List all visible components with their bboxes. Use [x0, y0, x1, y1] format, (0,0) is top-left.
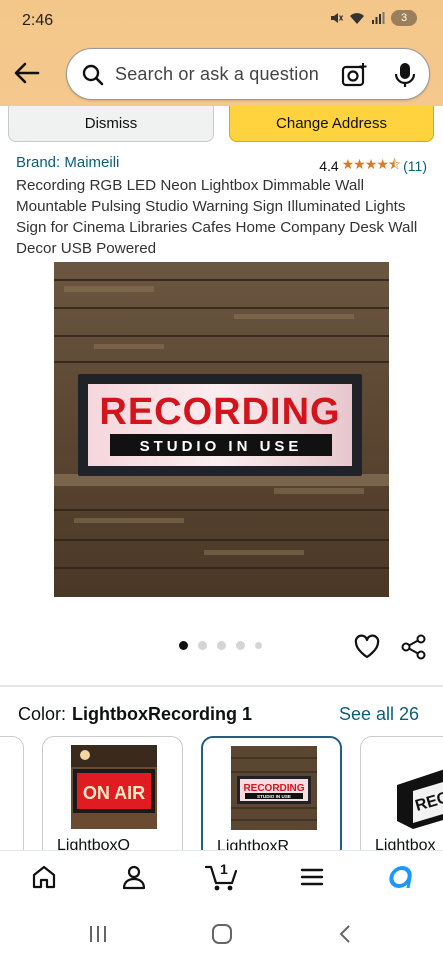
swatch-thumbnail: ON AIR	[71, 745, 157, 829]
home-circle-icon[interactable]	[210, 923, 234, 945]
share-icon[interactable]	[400, 633, 428, 661]
recents-icon[interactable]	[86, 923, 110, 945]
product-title: Recording RGB LED Neon Lightbox Dimmable…	[16, 177, 418, 257]
cart-button[interactable]: 1	[204, 861, 240, 893]
microphone-icon[interactable]	[392, 61, 418, 89]
color-swatch-selected[interactable]: RECORDING STUDIO IN USE LightboxR	[201, 736, 342, 860]
carousel-dots[interactable]	[179, 641, 262, 650]
mute-icon	[331, 13, 343, 23]
wifi-icon	[350, 13, 364, 24]
color-swatch[interactable]	[0, 736, 24, 860]
swatch-thumbnail: RECO	[387, 745, 443, 829]
search-input[interactable]: Search or ask a question	[66, 48, 430, 100]
swatch-thumbnail: RECORDING STUDIO IN USE	[231, 746, 317, 830]
carousel-dot[interactable]	[236, 641, 245, 650]
sign-sub-text: STUDIO IN USE	[140, 438, 303, 455]
camera-search-icon[interactable]	[340, 61, 368, 89]
selected-color-value: LightboxRecording 1	[72, 704, 253, 724]
change-address-button[interactable]: Change Address	[229, 106, 434, 142]
brand-link[interactable]: Brand: Maimeili	[16, 154, 119, 171]
product-image[interactable]: RECORDING STUDIO IN USE	[54, 262, 389, 597]
account-icon[interactable]	[120, 863, 148, 891]
heart-icon[interactable]	[353, 633, 381, 661]
bottom-navigation: 1	[0, 850, 443, 906]
battery-indicator: 3	[391, 10, 417, 26]
carousel-dot[interactable]	[217, 641, 226, 650]
swatch-on-air-text: ON AIR	[83, 783, 145, 803]
color-swatch[interactable]: RECO Lightbox	[360, 736, 443, 860]
cart-count: 1	[220, 861, 228, 877]
see-all-colors-link[interactable]: See all 26	[339, 704, 419, 725]
status-time: 2:46	[22, 12, 54, 29]
swatch-studio-text: STUDIO IN USE	[257, 794, 291, 799]
back-chevron-icon[interactable]	[334, 923, 358, 945]
swatch-recording-text: RECORDING	[243, 783, 304, 794]
section-divider	[0, 685, 443, 687]
color-selector-label: Color: LightboxRecording 1	[18, 704, 252, 725]
home-icon[interactable]	[30, 863, 58, 891]
app-header: 2:46 3 Search or ask a question	[0, 0, 443, 106]
rating-value: 4.4	[319, 158, 339, 174]
dismiss-button[interactable]: Dismiss	[8, 106, 214, 142]
alexa-icon[interactable]	[386, 863, 414, 891]
back-arrow-icon[interactable]	[10, 56, 44, 90]
system-navigation-bar	[0, 906, 443, 960]
color-label-text: Color:	[18, 704, 67, 724]
signal-icon	[372, 12, 385, 24]
review-count: (11)	[403, 158, 427, 174]
carousel-dot[interactable]	[255, 642, 262, 649]
carousel-dot[interactable]	[198, 641, 207, 650]
sign-main-text: RECORDING	[99, 391, 340, 433]
search-placeholder: Search or ask a question	[115, 64, 319, 84]
color-swatch[interactable]: ON AIR LightboxO	[42, 736, 183, 860]
carousel-dot[interactable]	[179, 641, 188, 650]
menu-icon[interactable]	[298, 863, 326, 891]
search-icon	[82, 64, 104, 86]
status-icons: 3	[329, 10, 417, 26]
